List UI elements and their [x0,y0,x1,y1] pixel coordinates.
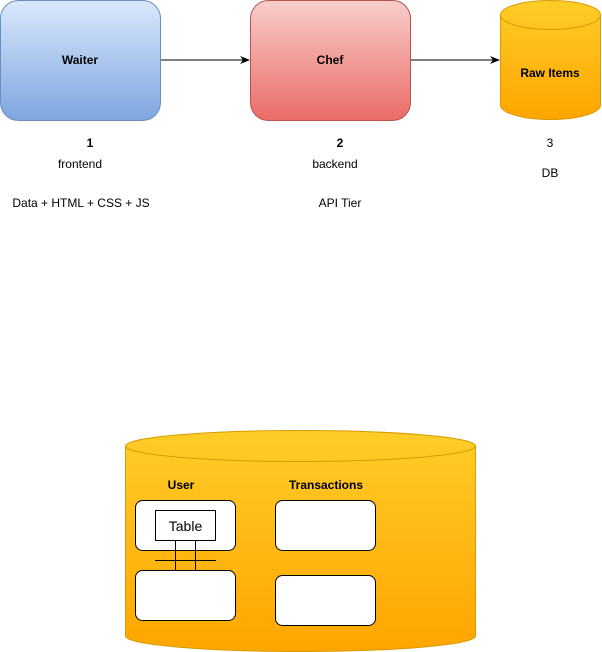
transactions-box-bottom[interactable] [275,575,376,626]
chef-label: Chef [317,53,345,67]
architecture-diagram: Waiter Chef Raw Items 1 frontend Data + … [0,0,601,652]
waiter-node[interactable]: Waiter [0,0,161,121]
tier-2-name: backend [312,157,357,171]
tier-2-detail: API Tier [319,196,362,210]
table-entity[interactable]: Table [155,510,216,541]
raw-items-node[interactable]: Raw Items [500,0,601,120]
waiter-label: Waiter [62,53,99,67]
tier-2-number: 2 [337,136,344,150]
tier-3-name: DB [542,166,559,180]
tier-1-name: frontend [58,157,102,171]
user-label: User [168,478,195,492]
raw-items-label: Raw Items [520,66,580,80]
transactions-label: Transactions [289,478,363,492]
chef-node[interactable]: Chef [250,0,411,121]
tier-1-detail: Data + HTML + CSS + JS [12,196,149,210]
transactions-box-top[interactable] [275,500,376,551]
tier-1-number: 1 [87,136,94,150]
raw-items-cylinder [500,0,601,120]
user-box-bottom[interactable] [135,570,236,621]
tier-3-number: 3 [547,136,554,150]
table-label: Table [169,518,203,534]
